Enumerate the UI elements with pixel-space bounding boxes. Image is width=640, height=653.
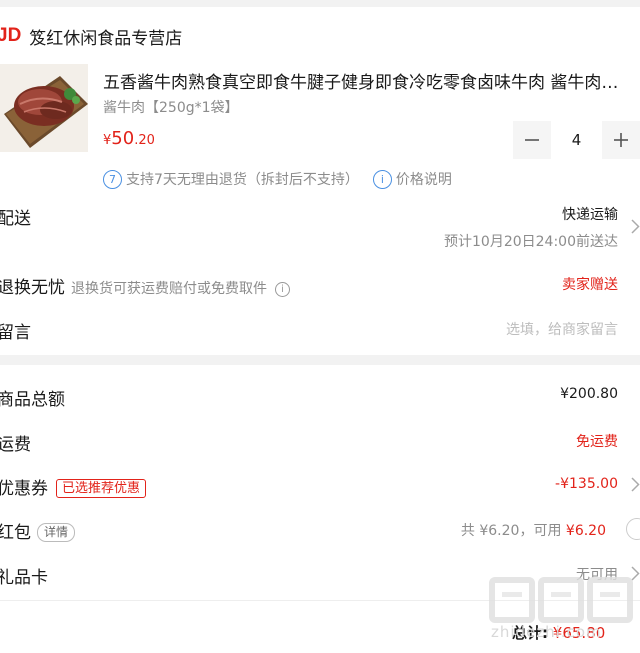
quantity-stepper: 4: [513, 121, 640, 159]
redpacket-label: 红包: [0, 523, 31, 543]
coupon-value[interactable]: -¥135.00: [555, 476, 618, 492]
giftcard-label: 礼品卡: [0, 568, 48, 588]
top-band: [0, 0, 640, 7]
plus-icon: [614, 133, 628, 147]
return-policy-text[interactable]: 支持7天无理由退货（拆封后不支持）: [126, 169, 359, 189]
info-icon: i: [372, 169, 392, 189]
coupon-badge: 已选推荐优惠: [56, 479, 147, 498]
store-name[interactable]: 笈红休闲食品专营店: [29, 24, 182, 49]
return-service-note: 退换货可获运费赔付或免费取件: [71, 281, 267, 297]
info-icon[interactable]: i: [275, 282, 290, 297]
redpacket-info: 共 ¥6.20，可用 ¥6.20: [461, 520, 606, 540]
delivery-eta: 预计10月20日24:00前送达: [444, 234, 618, 250]
redpacket-value: ¥6.20: [565, 523, 606, 539]
message-label: 留言: [0, 323, 31, 343]
increase-button[interactable]: [602, 121, 640, 159]
product-thumbnail[interactable]: [0, 64, 88, 152]
return-service-label: 退换无忧: [0, 278, 65, 298]
return-7day-icon: 7: [103, 169, 122, 189]
watermark-text: zhidezhi.com: [491, 623, 602, 641]
service-tags: 7 支持7天无理由退货（拆封后不支持） i 价格说明: [103, 169, 452, 189]
goods-total-label: 商品总额: [0, 390, 65, 410]
goods-total-value: ¥200.80: [560, 386, 618, 402]
coupon-label: 优惠券: [0, 479, 48, 499]
redpacket-available: 共 ¥6.20，可用: [460, 523, 562, 539]
redpacket-row: 红包 详情: [0, 518, 76, 543]
product-title[interactable]: 五香酱牛肉熟食真空即食牛腱子健身即食冷吃零食卤味牛肉 酱牛肉…: [103, 68, 633, 93]
coupon-row[interactable]: 优惠券 已选推荐优惠: [0, 474, 147, 499]
chevron-right-icon[interactable]: [631, 477, 640, 492]
chevron-right-icon[interactable]: [631, 219, 640, 234]
delivery-label: 配送: [0, 209, 31, 229]
jd-logo: JD: [0, 25, 22, 46]
price-info-link[interactable]: 价格说明: [396, 169, 452, 189]
product-price: ¥50.20: [103, 128, 155, 149]
redpacket-detail-button[interactable]: 详情: [37, 523, 76, 542]
store-header[interactable]: JD 笈红休闲食品专营店: [0, 23, 182, 49]
product-spec[interactable]: 酱牛肉【250g*1袋】: [103, 97, 239, 117]
decrease-button[interactable]: [513, 121, 551, 159]
return-service-row[interactable]: 退换无忧 退换货可获运费赔付或免费取件 i: [0, 273, 290, 298]
message-input[interactable]: 选填，给商家留言: [506, 319, 618, 339]
minus-icon: [525, 139, 539, 141]
shipping-value: 免运费: [576, 434, 618, 450]
delivery-method[interactable]: 快递运输: [562, 204, 618, 224]
return-service-value[interactable]: 卖家赠送: [562, 274, 618, 294]
shipping-label: 运费: [0, 435, 31, 455]
quantity-value[interactable]: 4: [551, 121, 602, 159]
order-item-card: JD 笈红休闲食品专营店 五香酱牛肉熟食真空即食牛腱子健身即食冷吃零食卤味牛肉 …: [0, 7, 640, 355]
